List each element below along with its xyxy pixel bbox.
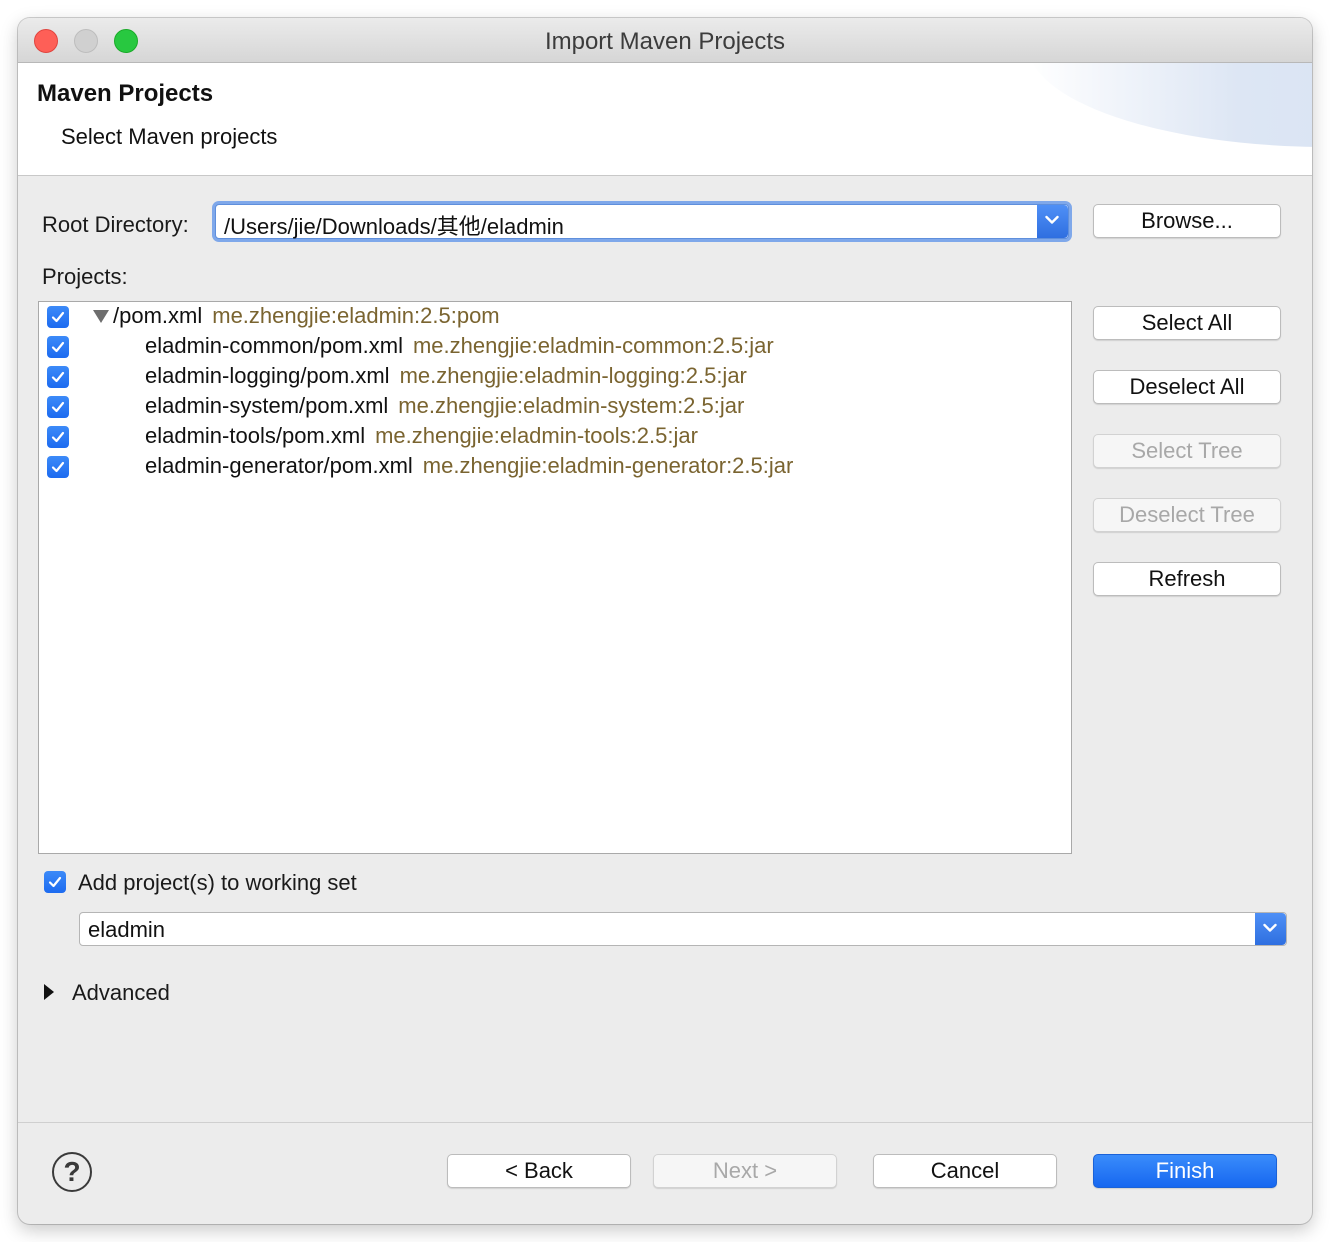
root-directory-value: /Users/jie/Downloads/其他/eladmin [224, 214, 564, 239]
wizard-banner: Maven Projects Select Maven projects [18, 63, 1312, 176]
refresh-button[interactable]: Refresh [1093, 562, 1281, 596]
disclosure-triangle-right-icon[interactable] [44, 984, 54, 1000]
checkmark-icon [51, 341, 65, 353]
tree-row[interactable]: /pom.xml me.zhengjie:eladmin:2.5:pom [39, 302, 1071, 332]
deselect-tree-button[interactable]: Deselect Tree [1093, 498, 1281, 532]
title-bar: Import Maven Projects [18, 18, 1312, 63]
checkmark-icon [51, 461, 65, 473]
project-checkbox[interactable] [47, 456, 69, 478]
deselect-all-button[interactable]: Deselect All [1093, 370, 1281, 404]
project-pom-path: eladmin-generator/pom.xml [145, 453, 413, 478]
checkmark-icon [51, 311, 65, 323]
chevron-down-icon [1263, 923, 1277, 932]
chevron-down-icon [1045, 215, 1059, 224]
banner-decoration [1028, 63, 1312, 147]
project-coordinates: me.zhengjie:eladmin-tools:2.5:jar [375, 423, 698, 448]
project-coordinates: me.zhengjie:eladmin-common:2.5:jar [412, 333, 774, 358]
tree-row[interactable]: eladmin-tools/pom.xml me.zhengjie:eladmin… [39, 422, 1071, 452]
tree-row[interactable]: eladmin-generator/pom.xml me.zhengjie:ela… [39, 452, 1071, 482]
checkmark-icon [51, 371, 65, 383]
page-subtitle: Select Maven projects [61, 124, 278, 149]
finish-button[interactable]: Finish [1093, 1154, 1277, 1188]
tree-row[interactable]: eladmin-logging/pom.xml me.zhengjie:eladm… [39, 362, 1071, 392]
working-set-combo[interactable]: eladmin [79, 912, 1287, 946]
project-coordinates: me.zhengjie:eladmin:2.5:pom [212, 303, 500, 328]
projects-tree[interactable]: /pom.xml me.zhengjie:eladmin:2.5:pom elad… [38, 301, 1072, 854]
project-checkbox[interactable] [47, 396, 69, 418]
project-checkbox[interactable] [47, 366, 69, 388]
project-pom-path: eladmin-logging/pom.xml [145, 363, 390, 388]
root-directory-label: Root Directory: [42, 212, 189, 237]
project-checkbox[interactable] [47, 426, 69, 448]
checkmark-icon [48, 876, 62, 888]
advanced-section-label[interactable]: Advanced [72, 980, 170, 1006]
tree-row[interactable]: eladmin-system/pom.xml me.zhengjie:eladmi… [39, 392, 1071, 422]
root-directory-dropdown-button[interactable] [1037, 205, 1068, 238]
add-to-working-set-checkbox[interactable] [44, 871, 66, 893]
page-title: Maven Projects [37, 80, 214, 107]
expand-triangle-icon[interactable] [93, 310, 109, 323]
checkmark-icon [51, 431, 65, 443]
footer-divider [18, 1122, 1312, 1123]
add-to-working-set-label[interactable]: Add project(s) to working set [78, 870, 357, 896]
working-set-dropdown-button[interactable] [1255, 913, 1286, 945]
project-coordinates: me.zhengjie:eladmin-generator:2.5:jar [422, 453, 794, 478]
project-coordinates: me.zhengjie:eladmin-logging:2.5:jar [399, 363, 747, 388]
project-pom-path: eladmin-common/pom.xml [145, 333, 403, 358]
tree-row[interactable]: eladmin-common/pom.xml me.zhengjie:eladmi… [39, 332, 1071, 362]
browse-button[interactable]: Browse... [1093, 204, 1281, 238]
checkmark-icon [51, 401, 65, 413]
select-all-button[interactable]: Select All [1093, 306, 1281, 340]
back-button[interactable]: < Back [447, 1154, 631, 1188]
help-icon[interactable]: ? [52, 1152, 92, 1192]
cancel-button[interactable]: Cancel [873, 1154, 1057, 1188]
import-maven-projects-dialog: Import Maven Projects Maven Projects Sel… [18, 18, 1312, 1224]
project-pom-path: /pom.xml [113, 303, 203, 328]
project-checkbox[interactable] [47, 306, 69, 328]
project-pom-path: eladmin-tools/pom.xml [145, 423, 366, 448]
projects-label: Projects: [42, 264, 128, 289]
next-button[interactable]: Next > [653, 1154, 837, 1188]
project-pom-path: eladmin-system/pom.xml [145, 393, 389, 418]
project-checkbox[interactable] [47, 336, 69, 358]
working-set-value: eladmin [88, 917, 166, 942]
window-title: Import Maven Projects [544, 28, 786, 55]
select-tree-button[interactable]: Select Tree [1093, 434, 1281, 468]
root-directory-combo[interactable]: /Users/jie/Downloads/其他/eladmin [215, 204, 1069, 239]
project-coordinates: me.zhengjie:eladmin-system:2.5:jar [398, 393, 745, 418]
